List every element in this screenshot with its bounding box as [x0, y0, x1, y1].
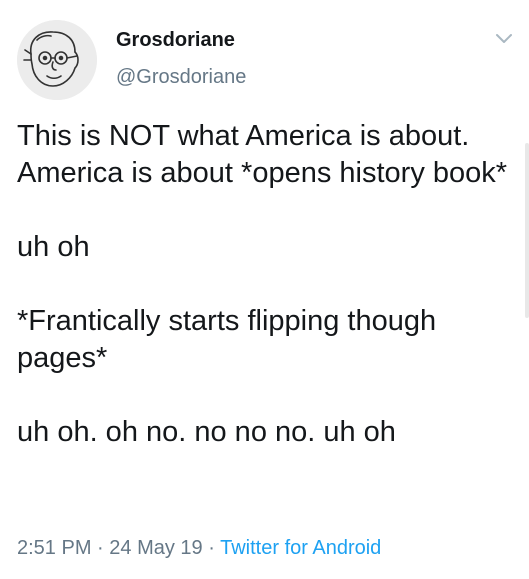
meta-separator: · [97, 537, 104, 559]
tweet-paragraph: This is NOT what America is about. Ameri… [17, 120, 508, 189]
tweet-date[interactable]: 24 May 19 [109, 537, 202, 559]
tweet-paragraph: uh oh [17, 231, 90, 263]
tweet-metadata: 2:51 PM · 24 May 19 · Twitter for Androi… [17, 537, 381, 560]
tweet-source-link[interactable]: Twitter for Android [220, 537, 381, 559]
scrollbar[interactable] [525, 143, 529, 318]
avatar[interactable] [17, 20, 97, 100]
author-display-name[interactable]: Grosdoriane [116, 29, 235, 52]
tweet-card: Grosdoriane @Grosdoriane This is NOT wha… [0, 0, 529, 579]
author-handle[interactable]: @Grosdoriane [116, 66, 246, 89]
tweet-paragraph: *Frantically starts flipping though page… [17, 305, 437, 374]
tweet-options-button[interactable] [494, 28, 514, 48]
cartoon-face-avatar-icon [17, 20, 97, 100]
tweet-text: This is NOT what America is about. Ameri… [17, 118, 512, 451]
tweet-time[interactable]: 2:51 PM [17, 537, 91, 559]
tweet-paragraph: uh oh. oh no. no no no. uh oh [17, 416, 396, 448]
chevron-down-icon [496, 34, 512, 43]
meta-separator: · [208, 537, 215, 559]
